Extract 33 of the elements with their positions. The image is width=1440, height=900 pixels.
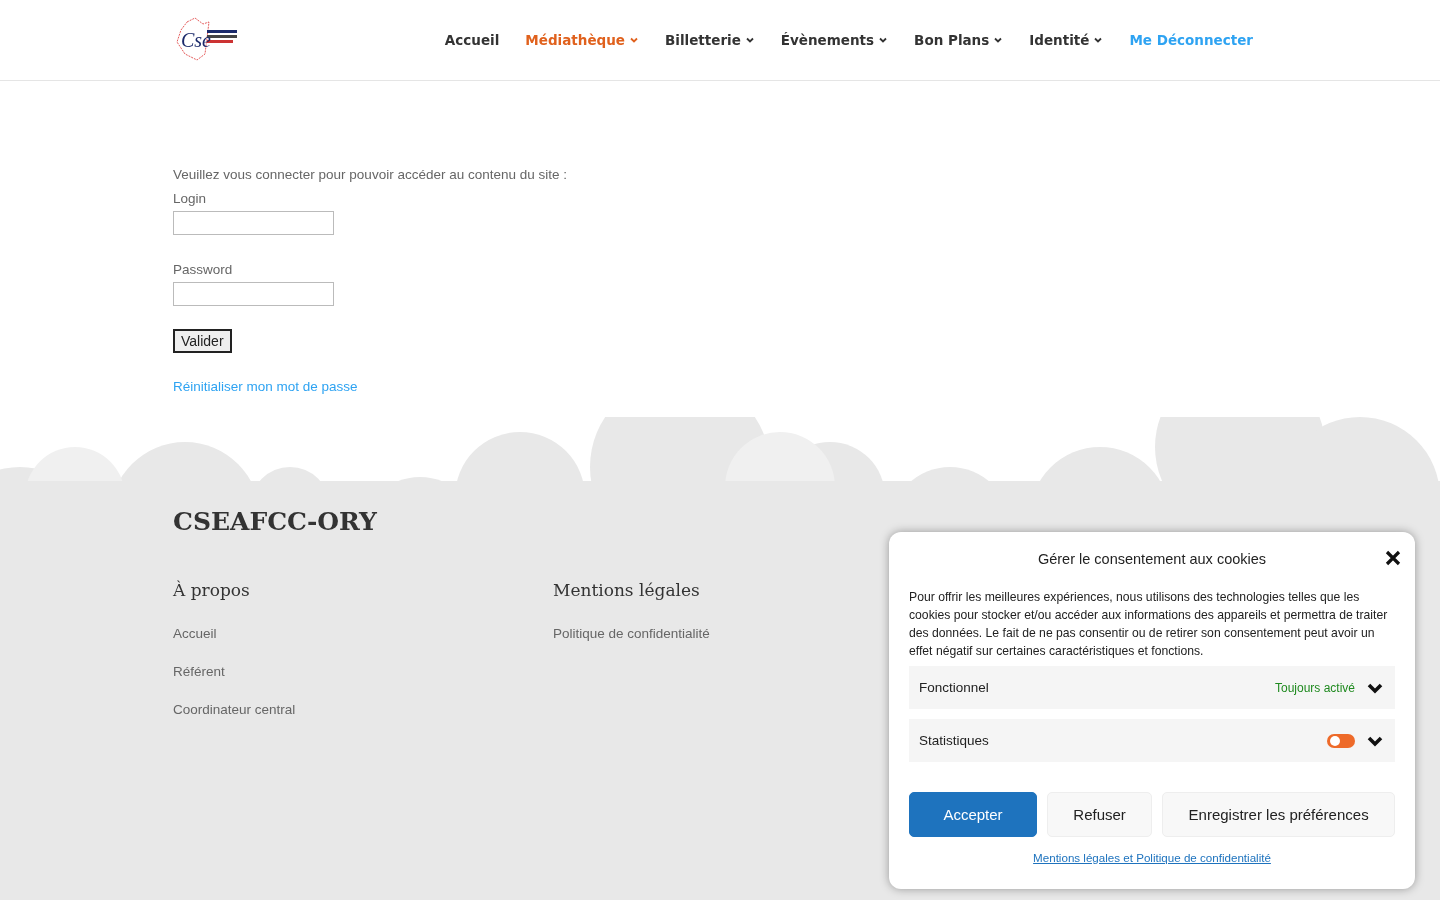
cookie-category[interactable]: Statistiques [909, 719, 1395, 762]
footer-link[interactable]: Coordinateur central [173, 700, 553, 720]
dialog-button[interactable]: Accepter [909, 792, 1037, 837]
nav-link[interactable]: Évènements [780, 32, 889, 48]
footer-link[interactable]: Accueil [173, 624, 553, 644]
submit-button[interactable]: Valider [173, 329, 232, 353]
input-field[interactable] [173, 211, 334, 235]
cookie-category[interactable]: Fonctionnel Toujours activé [909, 666, 1395, 709]
field-label: Login [173, 190, 207, 208]
nav-link[interactable]: Accueil [444, 32, 500, 48]
input-field[interactable] [173, 282, 334, 306]
category-name: Statistiques [919, 733, 990, 748]
footer-heading: Mentions légales [553, 580, 700, 600]
field-label: Password [173, 261, 233, 279]
nav-link[interactable]: Médiathèque [525, 32, 639, 48]
close-icon [1383, 548, 1403, 568]
legal-link[interactable]: Mentions légales et Politique de confidentialité [1033, 851, 1271, 864]
dialog-button[interactable]: Enregistrer les préférences [1162, 792, 1395, 837]
footer-link[interactable]: Référent [173, 662, 553, 682]
nav-link[interactable]: Bon Plans [914, 32, 1004, 48]
category-name: Fonctionnel [919, 680, 990, 695]
login-intro: Veuillez vous connecter pour pouvoir accéder au contenu du site : [173, 166, 567, 184]
logo[interactable]: Cse [173, 16, 239, 64]
footer-heading: À propos [173, 580, 250, 600]
close-button[interactable] [1383, 548, 1403, 568]
toggle-switch[interactable] [1327, 733, 1355, 748]
dialog-button[interactable]: Refuser [1047, 792, 1153, 837]
nav-link[interactable]: Identité [1029, 32, 1104, 48]
always-active-status: Toujours activé [1274, 680, 1355, 695]
dialog-text: Pour offrir les meilleures expériences, nous utilisons des technologies telles que les cookies pour stocker et/ou accéder aux informations des appareils et permettra de traiter des données. Le fait de ne pas consentir ou de retirer son consentement peut avoir un effet négatif sur certaines caractéristiques et fonctions. [909, 589, 1389, 660]
dialog-title: Gérer le consentement aux cookies [1037, 551, 1267, 567]
nav-link[interactable]: Billetterie [665, 32, 755, 48]
footer-title: CSEAFCC-ORY [173, 507, 378, 536]
